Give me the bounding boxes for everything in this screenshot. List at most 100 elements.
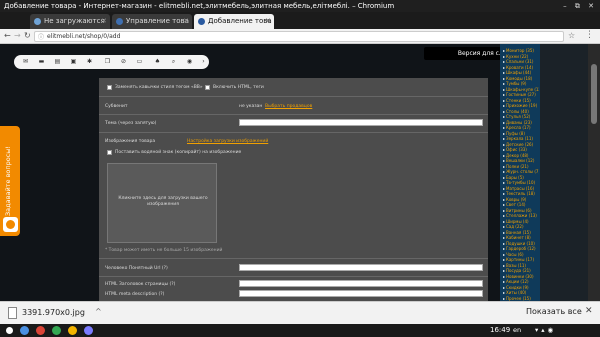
tab-close-icon[interactable]: ✕ — [183, 14, 189, 29]
category-item[interactable]: ▸Матрасы (16) — [503, 186, 539, 191]
category-label: Ширмы (4) — [506, 218, 529, 224]
app-icon[interactable] — [84, 326, 93, 335]
table-icon[interactable]: ▤ — [54, 58, 61, 65]
category-item[interactable]: ▸Шкафы (44) — [503, 70, 539, 75]
category-item[interactable]: ▸Декор (48) — [503, 153, 539, 158]
category-item[interactable]: ▸Акции (12) — [503, 279, 539, 284]
show-all-downloads[interactable]: Показать все — [526, 307, 582, 316]
store-app-icon[interactable] — [52, 326, 61, 335]
choose-sellers-link[interactable]: Выбрать продавцов — [265, 104, 312, 109]
reload-icon[interactable]: ↻ — [24, 31, 31, 40]
category-item[interactable]: ▸Хиты (40) — [503, 290, 539, 295]
category-item[interactable]: ▸Спальни (31) — [503, 59, 539, 64]
category-item[interactable]: ▸Зеркала (11) — [503, 136, 539, 141]
tab-close-icon[interactable]: ✕ — [265, 14, 271, 29]
category-item[interactable]: ▸Вазы (11) — [503, 263, 539, 268]
images-settings-link[interactable]: Настройка загрузки изображений — [187, 139, 268, 144]
image-icon[interactable]: ▣ — [70, 58, 77, 65]
chevron-up-icon[interactable]: ^ — [95, 307, 102, 316]
category-item[interactable]: ▸Монитор (35) — [503, 48, 539, 53]
back-icon[interactable]: ← — [4, 31, 11, 40]
category-item[interactable]: ▸Картины (17) — [503, 257, 539, 262]
download-filename[interactable]: 3391.970x0.jpg — [22, 308, 85, 317]
category-item[interactable]: ▸Офис (33) — [503, 147, 539, 152]
category-item[interactable]: ▸Кабинет (8) — [503, 235, 539, 240]
category-item[interactable]: ▸Прочее (15) — [503, 296, 539, 301]
category-item[interactable]: ▸Бары (5) — [503, 175, 539, 180]
eye-icon[interactable]: ◉ — [186, 58, 193, 65]
category-label: Пуфы (8) — [506, 130, 525, 136]
app-icon[interactable] — [68, 326, 77, 335]
category-item[interactable]: ▸Ширмы (4) — [503, 219, 539, 224]
html-checkbox[interactable] — [205, 85, 210, 90]
category-item[interactable]: ▸Ковры (9) — [503, 197, 539, 202]
category-item[interactable]: ▸Детские (26) — [503, 142, 539, 147]
list-icon[interactable]: ▬ — [38, 58, 45, 65]
category-item[interactable]: ▸Столы (40) — [503, 109, 539, 114]
upload-text: Кликните здесь для загрузки вашего изобр… — [118, 196, 208, 207]
category-item[interactable]: ▸Текстиль (18) — [503, 191, 539, 196]
category-item[interactable]: ▸Сад (22) — [503, 224, 539, 229]
expand-icon[interactable]: › — [200, 58, 207, 65]
forward-icon[interactable]: → — [14, 31, 21, 40]
category-item[interactable]: ▸Скидки (9) — [503, 285, 539, 290]
category-label: Прочее (15) — [506, 295, 531, 301]
window-controls[interactable]: – ⧉ ✕ — [563, 0, 597, 12]
category-item[interactable]: ▸Комоды (18) — [503, 76, 539, 81]
category-item[interactable]: ▸Пуфы (8) — [503, 131, 539, 136]
menu-icon[interactable]: ⋮ — [585, 30, 594, 40]
launcher-icon[interactable] — [6, 327, 13, 334]
html-meta-input[interactable] — [239, 290, 483, 297]
category-item[interactable]: ▸Журн. столы (7) — [503, 169, 539, 174]
category-item[interactable]: ▸Полки (21) — [503, 164, 539, 169]
category-item[interactable]: ▸Тв-тумбы (10) — [503, 180, 539, 185]
category-item[interactable]: ▸Прихожие (19) — [503, 103, 539, 108]
category-item[interactable]: ▸Кровати (14) — [503, 65, 539, 70]
subject-input[interactable] — [239, 119, 483, 126]
close-icon[interactable]: ✕ — [585, 306, 593, 316]
clock[interactable]: 16:49 — [490, 326, 510, 334]
category-item[interactable]: ▸Часы (6) — [503, 252, 539, 257]
chrome-app-icon[interactable] — [36, 326, 45, 335]
category-item[interactable]: ▸Тумбы (9) — [503, 81, 539, 86]
bell-icon[interactable]: ♠ — [154, 58, 161, 65]
tab-1[interactable]: Не загружаются ✕ — [30, 14, 110, 29]
image-upload-area[interactable]: Кликните здесь для загрузки вашего изобр… — [107, 163, 217, 243]
category-item[interactable]: ▸Вешалки (12) — [503, 158, 539, 163]
tab-close-icon[interactable]: ✕ — [101, 14, 107, 29]
category-item[interactable]: ▸Ванная (15) — [503, 230, 539, 235]
category-item[interactable]: ▸Подушки (10) — [503, 241, 539, 246]
category-item[interactable]: ▸Посуда (21) — [503, 268, 539, 273]
status-tray-icons[interactable]: ▾▴◉ — [535, 326, 556, 334]
category-item[interactable]: ▸Стеллажи (13) — [503, 213, 539, 218]
watermark-checkbox[interactable] — [107, 150, 112, 155]
category-item[interactable]: ▸Витрины (6) — [503, 208, 539, 213]
search-icon[interactable]: ⌕ — [170, 58, 177, 65]
doc-icon[interactable]: ▭ — [136, 58, 143, 65]
block-icon[interactable]: ⊘ — [120, 58, 127, 65]
category-item[interactable]: ▸Новинки (30) — [503, 274, 539, 279]
tab-3-active[interactable]: Добавление това ✕ — [194, 14, 274, 29]
bookmark-star-icon[interactable]: ☆ — [568, 31, 575, 40]
category-item[interactable]: ▸Гостиные (27) — [503, 92, 539, 97]
copy-icon[interactable]: ❐ — [104, 58, 111, 65]
category-item[interactable]: ▸Кухни (22) — [503, 54, 539, 59]
tab-2[interactable]: Управление това ✕ — [112, 14, 192, 29]
category-item[interactable]: ▸Свет (14) — [503, 202, 539, 207]
category-item[interactable]: ▸Диваны (23) — [503, 120, 539, 125]
category-item[interactable]: ▸Стулья (52) — [503, 114, 539, 119]
category-item[interactable]: ▸Гардероб (12) — [503, 246, 539, 251]
html-title-input[interactable] — [239, 280, 483, 287]
category-item[interactable]: ▸Стенки (15) — [503, 98, 539, 103]
friendly-url-input[interactable] — [239, 264, 483, 271]
replace-quotes-checkbox[interactable] — [107, 85, 112, 90]
chat-icon[interactable] — [3, 217, 18, 232]
gear-icon[interactable]: ✱ — [86, 58, 93, 65]
category-item[interactable]: ▸Кресла (17) — [503, 125, 539, 130]
category-item[interactable]: ▸Шкафы-купе (12) — [503, 87, 539, 92]
address-bar[interactable]: ⓘ elitmebli.net/shop/0/add — [34, 31, 564, 42]
mail-icon[interactable]: ✉ — [22, 58, 29, 65]
page-scrollbar[interactable] — [588, 44, 600, 301]
language-indicator[interactable]: en — [513, 326, 521, 334]
files-app-icon[interactable] — [20, 326, 29, 335]
